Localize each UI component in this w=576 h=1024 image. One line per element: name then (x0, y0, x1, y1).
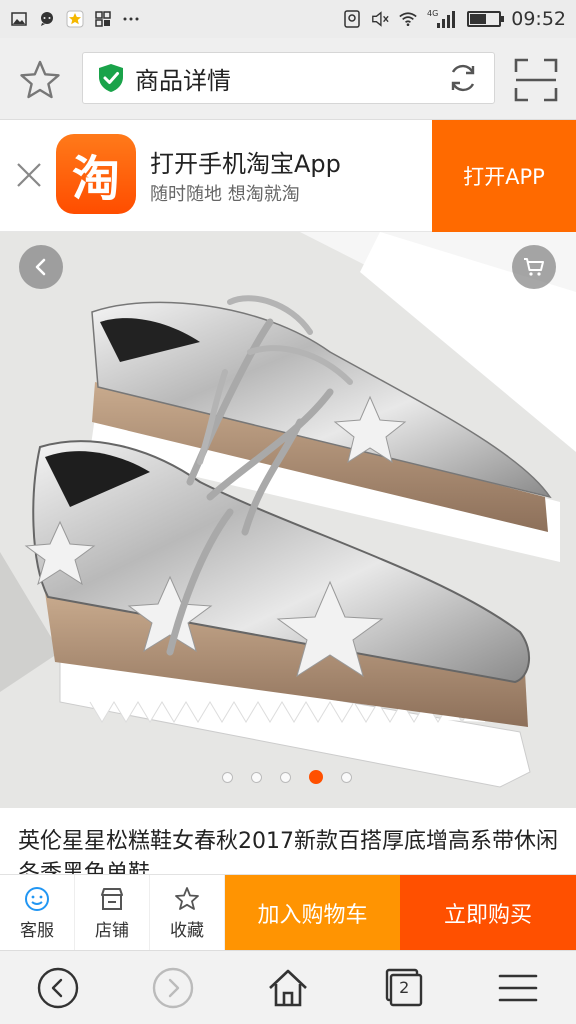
product-image (0, 232, 576, 808)
image-icon (10, 10, 28, 28)
close-icon[interactable] (14, 160, 44, 190)
refresh-icon[interactable] (446, 61, 480, 95)
wifi-icon (399, 10, 417, 28)
gallery-pagination[interactable] (222, 770, 352, 784)
product-title-area: 英伦星星松糕鞋女春秋2017新款百搭厚底增高系带休闲冬季黑色单鞋 (0, 808, 576, 874)
favorite-button[interactable]: 收藏 (150, 875, 225, 951)
mute-icon (371, 10, 389, 28)
back-button[interactable] (28, 958, 88, 1018)
menu-button[interactable] (488, 958, 548, 1018)
cart-icon (524, 258, 544, 276)
gallery-dot[interactable] (309, 770, 323, 784)
taobao-logo: 淘 (56, 134, 136, 214)
status-bar: 4G 09:52 (0, 0, 576, 38)
back-icon (37, 967, 78, 1008)
page-title: 商品详情 (135, 66, 231, 95)
forward-icon (152, 967, 193, 1008)
customer-service-button[interactable]: 客服 (0, 875, 75, 951)
gallery-back-button[interactable] (19, 245, 63, 289)
browser-toolbar: 商品详情 (0, 38, 576, 120)
service-label: 客服 (20, 920, 54, 941)
shop-icon (101, 887, 123, 910)
chevron-left-icon (35, 258, 46, 276)
home-icon (269, 969, 307, 1006)
tab-count: 2 (399, 977, 410, 997)
favorite-label: 收藏 (170, 920, 204, 941)
nfc-icon (343, 10, 361, 28)
more-dots-icon (122, 10, 140, 28)
battery-icon (467, 11, 505, 27)
secure-shield-icon (99, 64, 123, 92)
service-icon (25, 886, 49, 911)
star-icon[interactable] (18, 58, 62, 102)
svg-text:4G: 4G (427, 9, 438, 18)
signal-icon: 4G (427, 9, 457, 28)
banner-subtitle: 随时随地 想淘就淘 (150, 184, 300, 205)
menu-icon (499, 974, 538, 1001)
browser-bottom-nav: 2 (0, 950, 576, 1024)
star-badge-icon (66, 10, 84, 28)
tabs-button[interactable]: 2 (373, 958, 433, 1018)
gallery-cart-button[interactable] (512, 245, 556, 289)
app-download-banner: 淘 打开手机淘宝App 随时随地 想淘就淘 打开APP (0, 120, 576, 232)
shop-label: 店铺 (95, 920, 129, 941)
home-button[interactable] (258, 958, 318, 1018)
buy-now-button[interactable]: 立即购买 (400, 875, 576, 951)
forward-button[interactable] (143, 958, 203, 1018)
shop-button[interactable]: 店铺 (75, 875, 150, 951)
address-bar[interactable]: 商品详情 (82, 52, 495, 104)
gallery-dot[interactable] (341, 771, 352, 783)
star-outline-icon (175, 886, 199, 910)
product-title: 英伦星星松糕鞋女春秋2017新款百搭厚底增高系带休闲冬季黑色单鞋 (18, 829, 558, 874)
chat-icon (38, 10, 56, 28)
add-to-cart-button[interactable]: 加入购物车 (225, 875, 400, 951)
gallery-dot[interactable] (280, 771, 291, 783)
gallery-dot[interactable] (251, 771, 262, 783)
open-app-button[interactable]: 打开APP (432, 120, 576, 232)
status-time: 09:52 (511, 8, 566, 30)
grid-icon (94, 10, 112, 28)
product-image-gallery[interactable] (0, 232, 576, 808)
gallery-dot[interactable] (222, 771, 233, 783)
product-action-bar: 客服 店铺 收藏 加入购物车 立即购买 (0, 874, 576, 951)
banner-title: 打开手机淘宝App (150, 150, 341, 178)
scan-icon[interactable] (514, 58, 558, 102)
